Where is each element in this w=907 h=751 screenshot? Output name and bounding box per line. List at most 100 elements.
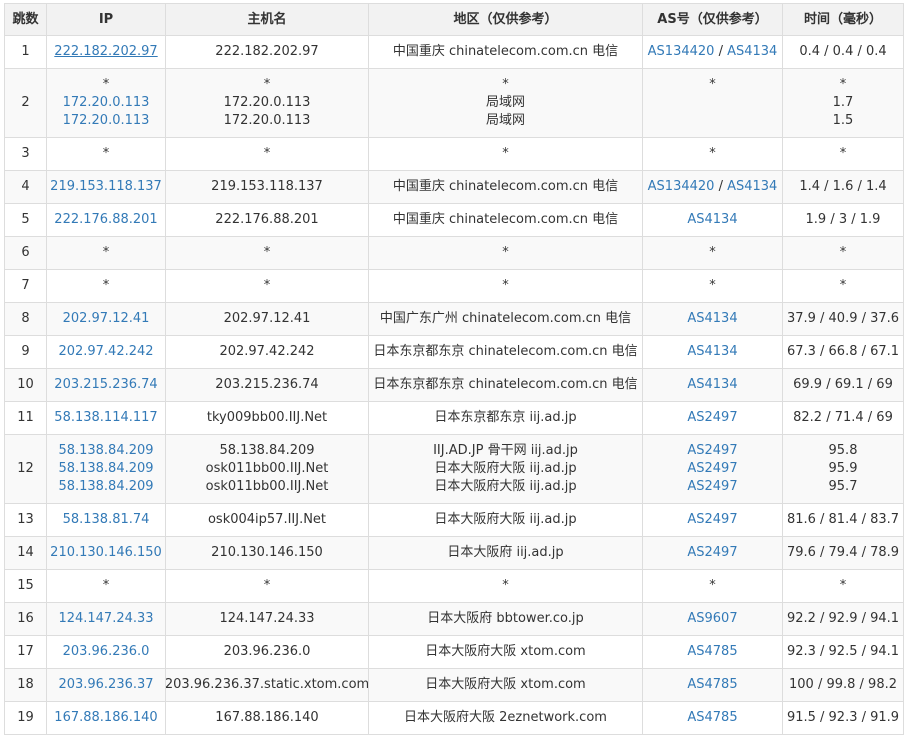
ip-link[interactable]: 172.20.0.113 [63, 112, 150, 130]
as-link[interactable]: AS4134 [687, 212, 737, 227]
as-lines: AS2497 [645, 544, 780, 562]
ip-link[interactable]: 202.97.42.242 [58, 343, 153, 361]
time-text: * [839, 245, 847, 260]
hostname-lines: 124.147.24.33 [168, 610, 366, 628]
ip-cell: * [46, 269, 166, 303]
ip-link[interactable]: 167.88.186.140 [54, 709, 157, 727]
hostname-text: 167.88.186.140 [215, 710, 319, 725]
ip-lines: 210.130.146.150 [49, 544, 163, 562]
ip-link[interactable]: 222.176.88.201 [54, 211, 157, 229]
as-line: AS2497 [687, 460, 737, 478]
as-link[interactable]: AS4134 [727, 179, 777, 194]
as-lines: AS4134 [645, 211, 780, 229]
hostname-text: 124.147.24.33 [219, 611, 315, 626]
as-link[interactable]: AS4134 [687, 344, 737, 359]
hop-cell: 9 [4, 335, 47, 369]
time-cell: 92.2 / 92.9 / 94.1 [782, 602, 904, 636]
time-lines: 69.9 / 69.1 / 69 [785, 376, 901, 394]
as-link[interactable]: AS134420 [648, 179, 715, 194]
as-cell: AS134420 / AS4134 [642, 170, 783, 204]
ip-cell: 203.96.236.0 [46, 635, 166, 669]
as-lines: AS9607 [645, 610, 780, 628]
hop-cell: 11 [4, 401, 47, 435]
region-cell: 日本大阪府大阪 xtom.com [368, 668, 643, 702]
table-row: 10 203.215.236.74 203.215.236.74 日本东京都东京 ch… [4, 368, 904, 402]
as-lines: AS4134 [645, 310, 780, 328]
ip-link[interactable]: 58.138.84.209 [58, 460, 153, 478]
ip-text: * [102, 146, 110, 161]
region-cell: 日本东京都东京 iij.ad.jp [368, 401, 643, 435]
as-link[interactable]: AS4134 [687, 377, 737, 392]
time-cell: 100 / 99.8 / 98.2 [782, 668, 904, 702]
hostname-cell: * [165, 137, 369, 171]
hostname-lines: 202.97.12.41 [168, 310, 366, 328]
as-lines: AS2497 [645, 409, 780, 427]
ip-link[interactable]: 124.147.24.33 [58, 610, 153, 628]
hop-cell: 16 [4, 602, 47, 636]
as-link[interactable]: AS2497 [687, 410, 737, 425]
region-lines: 中国重庆 chinatelecom.com.cn 电信 [371, 211, 640, 229]
as-link[interactable]: AS2497 [687, 545, 737, 560]
hostname-text: 203.96.236.37.static.xtom.com [165, 677, 369, 692]
time-lines: 92.2 / 92.9 / 94.1 [785, 610, 901, 628]
ip-link[interactable]: 203.215.236.74 [54, 376, 157, 394]
hostname-text: tky009bb00.IIJ.Net [206, 410, 328, 425]
hop-cell: 7 [4, 269, 47, 303]
ip-link[interactable]: 202.97.12.41 [63, 310, 150, 328]
as-link[interactable]: AS2497 [687, 443, 737, 458]
ip-cell: 210.130.146.150 [46, 536, 166, 570]
hostname-cell: 210.130.146.150 [165, 536, 369, 570]
region-text: 日本东京都东京 chinatelecom.com.cn 电信 [373, 377, 638, 392]
time-cell: 92.3 / 92.5 / 94.1 [782, 635, 904, 669]
region-lines: * [371, 577, 640, 595]
time-text: 92.2 / 92.9 / 94.1 [786, 611, 900, 626]
ip-link[interactable]: 172.20.0.113 [63, 94, 150, 112]
hostname-text: 172.20.0.113 [223, 113, 311, 128]
time-lines: * [785, 277, 901, 295]
as-link[interactable]: AS4785 [687, 644, 737, 659]
as-link[interactable]: AS4785 [687, 710, 737, 725]
ip-lines: * [49, 577, 163, 595]
as-link[interactable]: AS4785 [687, 677, 737, 692]
ip-cell: 58.138.81.74 [46, 503, 166, 537]
ip-lines: 58.138.114.117 [49, 409, 163, 427]
ip-link[interactable]: 58.138.114.117 [54, 409, 157, 427]
as-lines: * [645, 76, 780, 130]
ip-cell: * [46, 236, 166, 270]
ip-link[interactable]: 58.138.81.74 [63, 511, 150, 529]
time-lines: 91.5 / 92.3 / 91.9 [785, 709, 901, 727]
as-lines: * [645, 277, 780, 295]
as-link[interactable]: AS9607 [687, 611, 737, 626]
as-link[interactable]: AS4134 [727, 44, 777, 59]
ip-link[interactable]: 203.96.236.37 [58, 676, 153, 694]
table-row: 3 * * * * * [4, 137, 904, 171]
as-link[interactable]: AS2497 [687, 512, 737, 527]
time-text: 0.4 / 0.4 / 0.4 [799, 44, 887, 59]
ip-link[interactable]: 203.96.236.0 [63, 643, 150, 661]
as-link[interactable]: AS2497 [687, 461, 737, 476]
region-text: 日本东京都东京 chinatelecom.com.cn 电信 [373, 344, 638, 359]
time-text: * [839, 146, 847, 161]
ip-link[interactable]: 58.138.84.209 [58, 442, 153, 460]
ip-link[interactable]: 219.153.118.137 [50, 178, 162, 196]
region-lines: * 局域网 局域网 [371, 76, 640, 130]
ip-lines: 222.182.202.97 [49, 43, 163, 61]
as-link[interactable]: AS2497 [687, 479, 737, 494]
time-text: 69.9 / 69.1 / 69 [793, 377, 893, 392]
hostname-cell: tky009bb00.IIJ.Net [165, 401, 369, 435]
table-row: 14 210.130.146.150 210.130.146.150 日本大阪府 ii… [4, 536, 904, 570]
hop-cell: 17 [4, 635, 47, 669]
as-link[interactable]: AS4134 [687, 311, 737, 326]
table-row: 12 58.138.84.209 58.138.84.209 58.138.84.20… [4, 434, 904, 504]
ip-link[interactable]: 210.130.146.150 [50, 544, 162, 562]
hostname-text: 203.215.236.74 [215, 377, 319, 392]
region-text: * [502, 146, 509, 161]
table-row: 17 203.96.236.0 203.96.236.0 日本大阪府大阪 xtom.c… [4, 635, 904, 669]
as-text: * [709, 278, 716, 293]
ip-link[interactable]: 222.182.202.97 [54, 43, 157, 61]
traceroute-table-container: 跳数 IP 主机名 地区（仅供参考） AS号（仅供参考） 时间（毫秒） 1 222… [4, 3, 904, 735]
as-link[interactable]: AS134420 [648, 44, 715, 59]
hostname-cell: * 172.20.0.113 172.20.0.113 [165, 68, 369, 138]
hop-cell: 15 [4, 569, 47, 603]
ip-link[interactable]: 58.138.84.209 [58, 478, 153, 496]
